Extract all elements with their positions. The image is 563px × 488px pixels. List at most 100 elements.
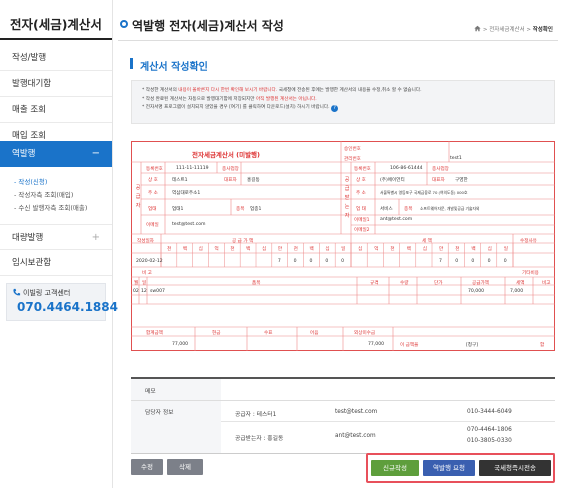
item-cell: 70,000 (468, 289, 485, 294)
buyer-contact-phone-2: 010-3805-0330 (467, 438, 512, 444)
sidebar: 전자(세금)계산서 작성/발행 발행대기함 매출 조회 매입 조회 역발행 − … (0, 0, 118, 488)
page-title: 역발행 전자(세금)계산서 작성 (132, 19, 284, 33)
memo-label: 메모 (145, 389, 156, 395)
issue-date-value: 2020-02-12 (136, 259, 163, 264)
mgmt-label: 관리번호 (344, 157, 361, 162)
item-cell: 7,000 (510, 289, 524, 294)
s-reg-label: 등록번호 (146, 167, 163, 172)
nts-send-button[interactable]: 국세청즉시전송 (479, 460, 551, 476)
breadcrumb-current: 작성확인 (532, 27, 553, 33)
item-col-head: 공급가액 (472, 281, 489, 286)
breadcrumb: > 전자세금계산서 > 작성확인 (474, 25, 553, 33)
tax-digit-head: 만 (439, 247, 444, 252)
s-item-label: 종목 (236, 207, 245, 212)
buyer-contact-phone-1: 070-4464-1806 (467, 427, 512, 433)
tax-digit-head: 백 (471, 247, 476, 252)
header-divider (118, 40, 558, 41)
sidebar-item-bulk-issue[interactable]: 대량발행 + (0, 224, 112, 250)
b-addr-value: 서울특별시 영등포구 국제금융로 70 (여의도동) 000호 (380, 190, 468, 195)
item-cell: 02 (133, 289, 139, 294)
delete-button[interactable]: 삭제 (167, 459, 203, 475)
notice-line-1: * 작성한 계산서의 내용이 올바른지 다시 한번 확인해 보시기 바랍니다. … (142, 88, 422, 93)
supply-digit-head: 천 (167, 247, 172, 252)
contact-label: 담당자 정보 (145, 410, 174, 416)
item-col-head: 비고 (542, 281, 551, 286)
section-bar (130, 58, 133, 69)
home-icon[interactable] (474, 25, 481, 32)
sidebar-item-label: 대량발행 (12, 233, 44, 243)
b-reg-label: 등록번호 (354, 167, 371, 172)
sidebar-title: 전자(세금)계산서 (10, 17, 102, 32)
item-col-head: 단가 (434, 281, 443, 286)
supply-amount-label: 공 급 가 액 (232, 239, 254, 244)
sum-col-head: 외상미수금 (354, 331, 376, 336)
help-icon[interactable]: ? (331, 105, 339, 112)
item-cell: sw007 (150, 289, 165, 294)
sum-col-head: 현금 (212, 331, 221, 336)
s-email-label: 이메일 (146, 223, 159, 228)
sidebar-sub-create[interactable]: - 작성(신청) (14, 176, 47, 186)
tax-digit-head: 억 (374, 247, 379, 252)
supply-digit-head: 만 (277, 247, 283, 252)
info-table: 메모 담당자 정보 공급자 : 테스터1 test@test.com 010-3… (131, 377, 555, 454)
tax-digit-head: 백 (406, 247, 411, 252)
s-addr-label: 주 소 (148, 191, 158, 196)
b-item-value: 소프트웨어자문, 개발및공급 기술자외 (420, 206, 480, 211)
b-reg-value: 106-86-61444 (390, 166, 423, 171)
new-invoice-button[interactable]: 신규작성 (371, 460, 419, 476)
sum-cell: 77,000 (368, 342, 385, 347)
tax-digit-head: 천 (455, 247, 460, 252)
breadcrumb-parent[interactable]: 전자세금계산서 (489, 27, 524, 33)
s-email-value: test@test.com (172, 222, 206, 227)
sidebar-item-reverse-issue[interactable]: 역발행 − (0, 141, 112, 167)
mgmt-value: test1 (450, 156, 462, 161)
b-email1-label: 이메일1 (354, 218, 370, 223)
sum-end: 함 (540, 343, 545, 348)
b-name-label: 상 호 (356, 178, 366, 183)
sidebar-item-sales-lookup[interactable]: 매출 조회 (0, 97, 112, 123)
reverse-issue-request-button[interactable]: 역발행 요청 (423, 460, 475, 476)
supply-digit-head: 백 (309, 247, 314, 252)
sidebar-item-pending[interactable]: 발행대기함 (0, 71, 112, 97)
sidebar-item-label: 역발행 (12, 149, 36, 159)
tax-digit-head: 일 (503, 247, 509, 252)
item-col-head: 세액 (516, 281, 525, 286)
supply-digit: 0 (341, 259, 345, 264)
supply-digit-head: 천 (293, 247, 298, 252)
sidebar-item-issue[interactable]: 작성/발행 (0, 45, 112, 71)
tax-digit: 0 (487, 259, 491, 264)
title-bullet-icon (120, 20, 128, 28)
b-type-label: 업 태 (356, 207, 366, 212)
tax-digit-head: 천 (390, 247, 395, 252)
breadcrumb-sep: > (526, 27, 531, 33)
note-label: 비 고 (142, 271, 152, 276)
s-rep-value: 홍길동 (247, 178, 260, 183)
supply-digit-head: 십 (325, 247, 330, 252)
sum-col-head: 어음 (310, 331, 319, 336)
item-col-head: 품목 (252, 281, 261, 286)
supply-digit-head: 백 (246, 247, 251, 252)
sidebar-title-underline (0, 38, 112, 40)
tax-digit-head: 십 (358, 247, 363, 252)
sum-text: 이 금액을 (400, 343, 419, 348)
tax-digit-head: 십 (422, 247, 428, 252)
sum-col-head: 합계금액 (146, 331, 163, 336)
sidebar-item-temp-storage[interactable]: 임시보관함 (0, 250, 112, 276)
buyer-contact-name: 공급받는자 : 홍길동 (235, 436, 284, 442)
invoice-title: 전자세금계산서 (미발행) (192, 151, 261, 159)
s-rep-label: 대표자 (224, 178, 237, 183)
sidebar-sub-receiver-lookup[interactable]: - 수신 발행자측 조회(매출) (14, 202, 87, 212)
expand-icon: + (91, 232, 100, 243)
sidebar-sub-writer-lookup[interactable]: - 작성자측 조회(매입) (14, 189, 73, 199)
buyer-contact-email: ant@test.com (335, 433, 376, 439)
supply-digit-head: 일 (341, 247, 346, 252)
breadcrumb-sep: > (482, 27, 488, 33)
tax-digit: 0 (503, 259, 507, 264)
b-email1-value: ant@test.com (380, 217, 413, 222)
s-type-label: 업태 (148, 207, 157, 212)
item-col-head: 규격 (370, 281, 379, 286)
supply-digit: 7 (277, 259, 281, 264)
edit-button[interactable]: 수정 (131, 459, 163, 475)
supplier-contact-phone: 010-3444-6049 (467, 409, 512, 415)
b-name-value: (주)에이언티 (380, 178, 405, 183)
